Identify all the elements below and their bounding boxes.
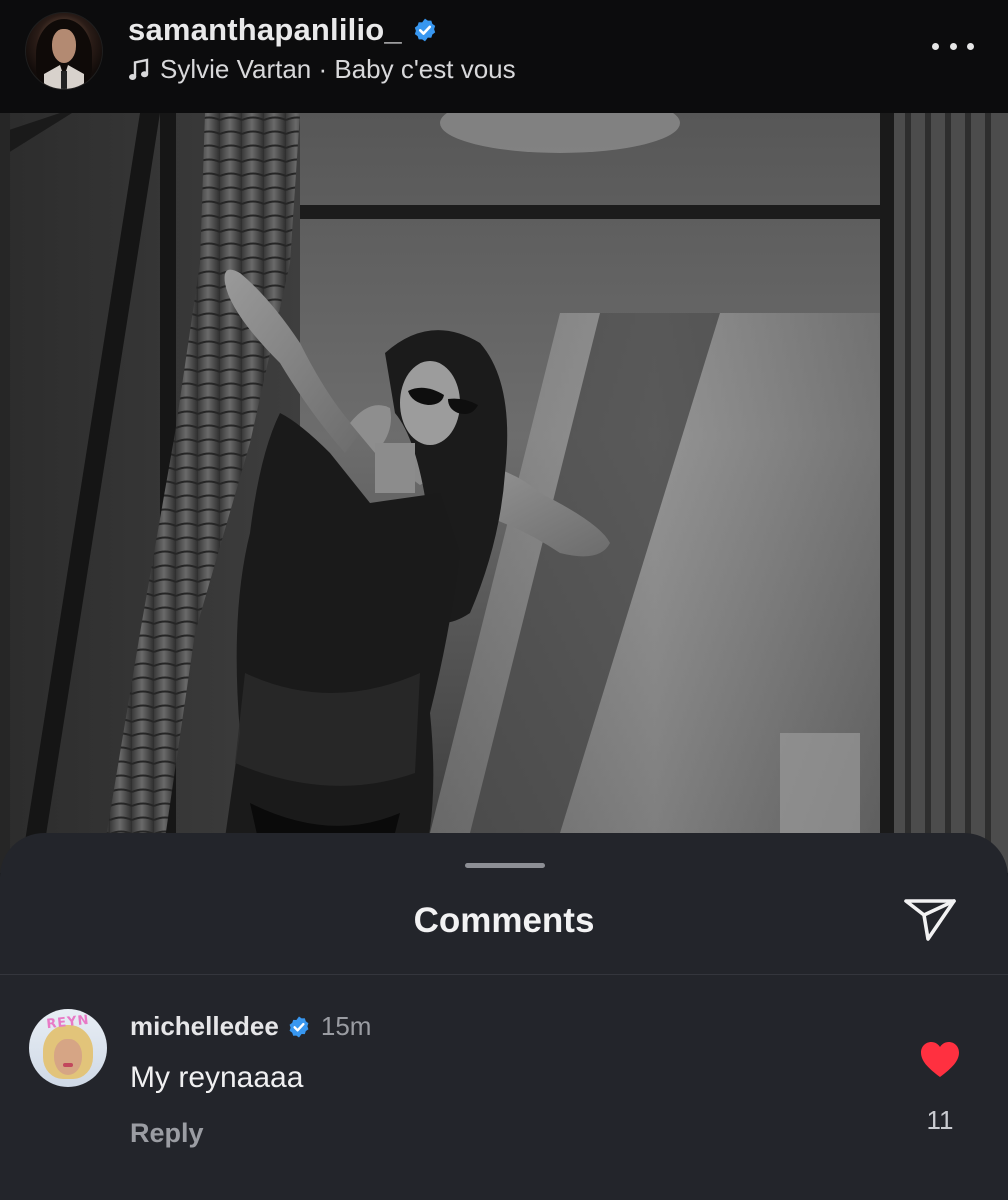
post-header: samanthapanlilio_ Sylvie Vartan · Baby c… xyxy=(0,0,1008,113)
comment-text: My reynaaaa xyxy=(130,1061,304,1094)
music-label: Sylvie Vartan · Baby c'est vous xyxy=(160,54,516,84)
more-dot-icon xyxy=(967,42,974,50)
comment-header: michelledee 15m xyxy=(130,1011,371,1042)
comment-item: REYN michelledee 15m My reynaaaa Reply 1… xyxy=(0,975,1008,1200)
post-author-username[interactable]: samanthapanlilio_ xyxy=(128,12,402,48)
instagram-post-screen: samanthapanlilio_ Sylvie Vartan · Baby c… xyxy=(0,0,1008,1200)
reply-button[interactable]: Reply xyxy=(130,1118,204,1149)
share-send-icon[interactable] xyxy=(900,893,960,945)
commenter-avatar[interactable]: REYN xyxy=(29,1009,107,1087)
verified-badge-icon xyxy=(414,18,436,42)
comments-title: Comments xyxy=(413,901,595,940)
more-dot-icon xyxy=(932,42,939,50)
verified-badge-icon xyxy=(289,1016,309,1037)
music-note-icon xyxy=(129,58,149,80)
sheet-drag-handle[interactable] xyxy=(465,863,545,868)
avatar-face xyxy=(52,29,76,63)
heart-icon[interactable] xyxy=(920,1041,960,1079)
commenter-username[interactable]: michelledee xyxy=(130,1011,279,1042)
post-author-avatar[interactable] xyxy=(25,12,103,90)
more-options-button[interactable] xyxy=(932,36,974,56)
more-dot-icon xyxy=(949,42,957,50)
comment-timestamp: 15m xyxy=(320,1011,372,1041)
like-count: 11 xyxy=(926,1105,954,1135)
post-photo[interactable] xyxy=(0,113,1008,873)
commenter-avatar-face xyxy=(54,1039,82,1075)
avatar-tie xyxy=(61,71,67,89)
comments-sheet: Comments REYN michelledee 15m My reynaaa… xyxy=(0,833,1008,1200)
striped-wall xyxy=(894,113,1008,873)
commenter-avatar-lips xyxy=(63,1063,73,1067)
music-attribution[interactable]: Sylvie Vartan · Baby c'est vous xyxy=(128,54,516,85)
post-username-row: samanthapanlilio_ xyxy=(128,12,438,48)
commenter-avatar-text: REYN xyxy=(45,1012,91,1033)
